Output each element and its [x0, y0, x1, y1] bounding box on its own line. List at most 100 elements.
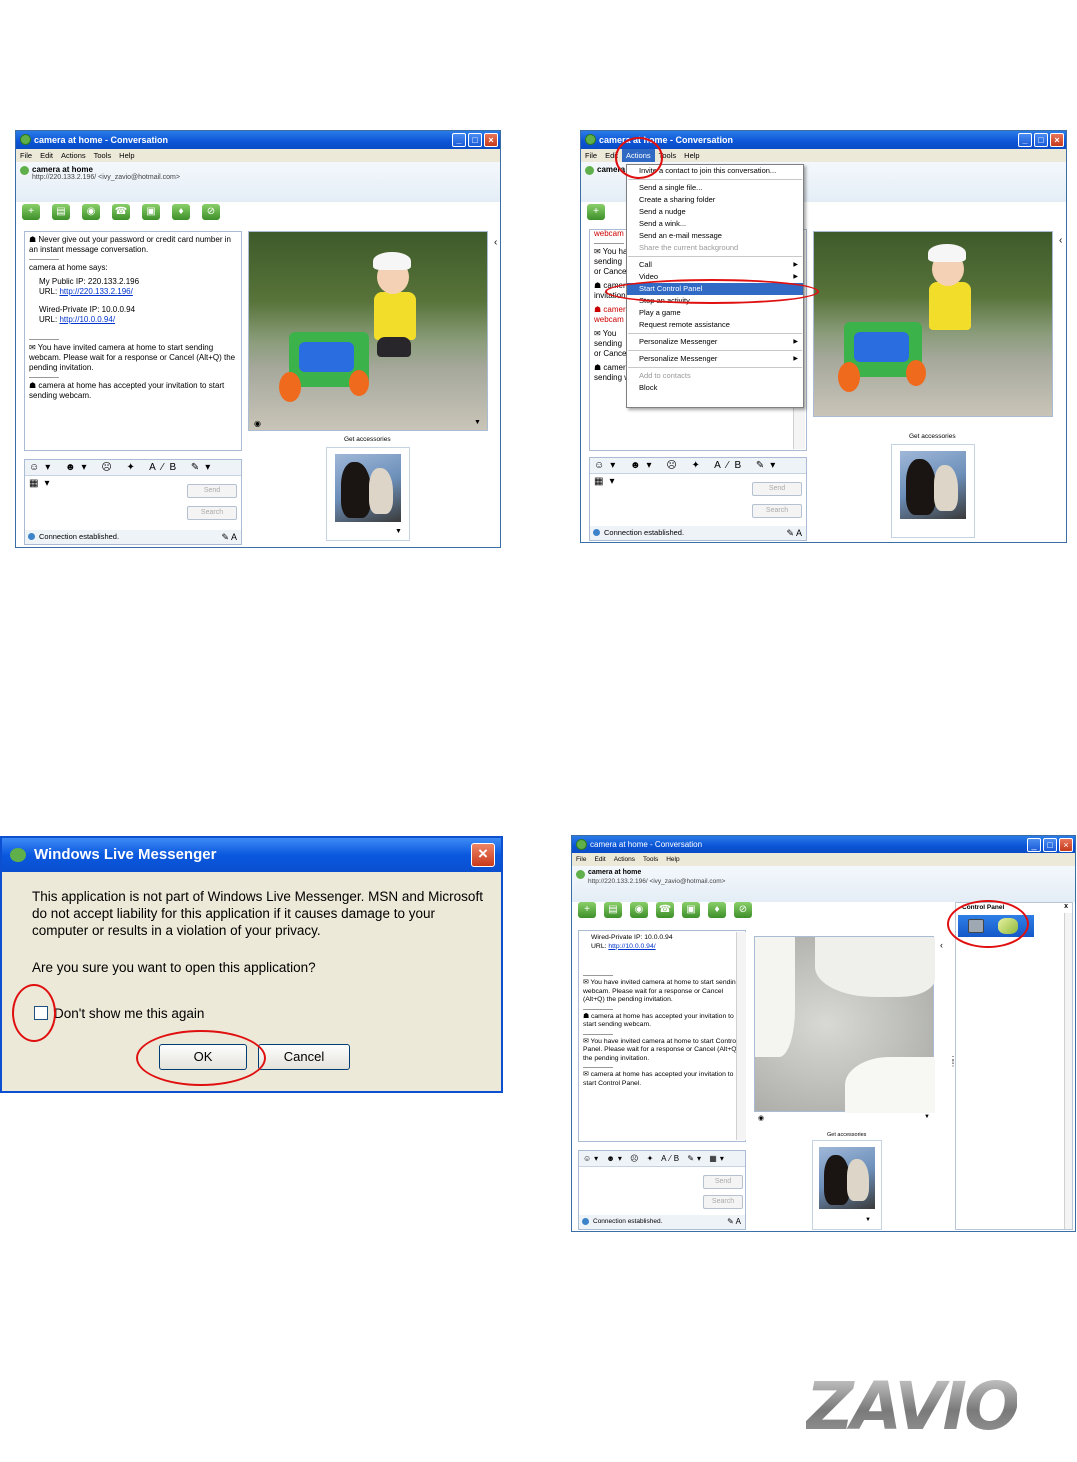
close-button[interactable]: ×: [1059, 838, 1073, 852]
cancel-button[interactable]: Cancel: [258, 1044, 350, 1070]
menu-item-personalize-messenger[interactable]: Personalize Messenger ▶: [627, 353, 803, 365]
games-icon[interactable]: ♦: [172, 204, 190, 220]
dont-show-label: Don't show me this again: [54, 1006, 205, 1021]
accessories-box: ▼: [812, 1140, 882, 1230]
webcam-options-icon[interactable]: ◉: [758, 1114, 764, 1122]
menu-file[interactable]: File: [572, 853, 590, 866]
collapse-arrow-icon[interactable]: ‹: [1059, 235, 1062, 246]
emoticon-bar[interactable]: ☺▾ ☻▾ ☹ ✦ A⁄B ✎▾ ▦▾: [25, 460, 241, 489]
share-files-icon[interactable]: ▤: [52, 204, 70, 220]
collapse-arrow-icon[interactable]: ‹: [494, 237, 497, 248]
invite-icon[interactable]: +: [22, 204, 40, 220]
emoticon-bar[interactable]: ☺▾ ☻▾ ☹ ✦ A⁄B ✎▾ ▦▾: [590, 458, 806, 487]
status-bar: Connection established. ✎ A: [590, 526, 806, 540]
minimize-button[interactable]: _: [1018, 133, 1032, 147]
menu-separator: [628, 179, 802, 180]
control-panel-scrollbar[interactable]: [1064, 913, 1072, 1229]
search-button[interactable]: Search: [187, 506, 237, 520]
minimize-button[interactable]: _: [452, 133, 466, 147]
send-button[interactable]: Send: [703, 1175, 743, 1189]
says-line: camera at home says:: [29, 263, 108, 272]
connection-icon: [593, 529, 600, 536]
public-url-link[interactable]: http://220.133.2.196/: [59, 287, 132, 296]
private-url-link[interactable]: http://10.0.0.94/: [608, 943, 655, 950]
menu-item-create-a-sharing-folder[interactable]: Create a sharing folder: [627, 194, 803, 206]
font-icons[interactable]: ✎ A: [786, 526, 802, 540]
private-url-link[interactable]: http://10.0.0.94/: [59, 315, 115, 324]
display-picture[interactable]: [819, 1147, 875, 1209]
collapse-arrow-icon[interactable]: ‹: [940, 940, 943, 950]
webcam-video: [813, 231, 1053, 417]
private-ip-line: Wired-Private IP: 10.0.0.94 URL: http://1…: [591, 934, 673, 950]
menu-help[interactable]: Help: [680, 149, 703, 162]
call-icon[interactable]: ☎: [112, 204, 130, 220]
search-button[interactable]: Search: [703, 1195, 743, 1209]
accessories-label[interactable]: Get accessories: [827, 1132, 866, 1138]
menu-tools[interactable]: Tools: [90, 149, 116, 162]
compose-area: ☺▾ ☻▾ ☹ ✦ A⁄B ✎▾ ▦▾ Send Search Connecti…: [24, 459, 242, 545]
activities-icon[interactable]: ▣: [142, 204, 160, 220]
webcam-dropdown-icon[interactable]: ▼: [474, 419, 481, 426]
menu-item-call[interactable]: Call ▶: [627, 259, 803, 271]
games-icon[interactable]: ♦: [708, 902, 726, 918]
chat-history: ☗ Never give out your password or credit…: [24, 231, 242, 451]
display-picture[interactable]: [900, 451, 966, 519]
window-title: camera at home - Conversation: [34, 135, 169, 145]
control-panel-close[interactable]: x: [1064, 903, 1068, 910]
dialog-close-button[interactable]: ×: [471, 843, 495, 867]
close-button[interactable]: ×: [1050, 133, 1064, 147]
menu-help[interactable]: Help: [115, 149, 138, 162]
menu-bar: File Edit Actions Tools Help: [16, 149, 500, 162]
webcam-options-icon[interactable]: ◉: [254, 419, 261, 428]
menu-actions[interactable]: Actions: [610, 853, 639, 866]
font-icons[interactable]: ✎ A: [221, 530, 237, 544]
menu-item-request-remote-assistance[interactable]: Request remote assistance: [627, 319, 803, 331]
menu-item-block[interactable]: Block: [627, 382, 803, 394]
menu-file[interactable]: File: [581, 149, 601, 162]
conversation-window-3: camera at home - Conversation _ □ × File…: [571, 835, 1076, 1232]
invite-icon[interactable]: +: [587, 204, 605, 220]
menu-item-send-an-e-mail-message[interactable]: Send an e-mail message: [627, 230, 803, 242]
accessories-label[interactable]: Get accessories: [909, 433, 956, 440]
menu-tools[interactable]: Tools: [639, 853, 662, 866]
block-icon[interactable]: ⊘: [734, 902, 752, 918]
menu-item-send-a-wink[interactable]: Send a wink...: [627, 218, 803, 230]
public-ip-line: My Public IP: 220.133.2.196 URL: http://2…: [39, 277, 140, 296]
submenu-arrow-icon: ▶: [793, 262, 798, 268]
close-button[interactable]: ×: [484, 133, 498, 147]
share-files-icon[interactable]: ▤: [604, 902, 622, 918]
video-call-icon[interactable]: ◉: [82, 204, 100, 220]
maximize-button[interactable]: □: [1034, 133, 1048, 147]
maximize-button[interactable]: □: [468, 133, 482, 147]
menu-item-send-a-single-file[interactable]: Send a single file...: [627, 182, 803, 194]
messenger-logo-icon: [10, 848, 26, 862]
menu-item-send-a-nudge[interactable]: Send a nudge: [627, 206, 803, 218]
send-button[interactable]: Send: [752, 482, 802, 496]
menu-edit[interactable]: Edit: [36, 149, 57, 162]
block-icon[interactable]: ⊘: [202, 204, 220, 220]
video-call-icon[interactable]: ◉: [630, 902, 648, 918]
activities-icon[interactable]: ▣: [682, 902, 700, 918]
menu-edit[interactable]: Edit: [590, 853, 609, 866]
send-button[interactable]: Send: [187, 484, 237, 498]
display-picture[interactable]: [335, 454, 401, 522]
menu-actions[interactable]: Actions: [57, 149, 90, 162]
call-icon[interactable]: ☎: [656, 902, 674, 918]
invite-icon[interactable]: +: [578, 902, 596, 918]
font-icons[interactable]: ✎ A: [727, 1215, 741, 1229]
search-button[interactable]: Search: [752, 504, 802, 518]
menu-help[interactable]: Help: [662, 853, 683, 866]
menu-file[interactable]: File: [16, 149, 36, 162]
menu-item-personalize-messenger[interactable]: Personalize Messenger ▶: [627, 336, 803, 348]
menu-item-play-a-game[interactable]: Play a game: [627, 307, 803, 319]
webcam-dropdown-icon[interactable]: ▼: [924, 1114, 930, 1120]
menu-item-add-to-contacts: Add to contacts: [639, 371, 691, 380]
chat-scrollbar[interactable]: [736, 932, 746, 1140]
picture-dropdown-icon[interactable]: ▼: [395, 528, 402, 535]
emoticon-bar[interactable]: ☺▾ ☻▾ ☹ ✦ A⁄B ✎▾ ▦▾: [579, 1151, 745, 1167]
maximize-button[interactable]: □: [1043, 838, 1057, 852]
picture-dropdown-icon[interactable]: ▼: [865, 1217, 871, 1223]
minimize-button[interactable]: _: [1027, 838, 1041, 852]
accessories-label[interactable]: Get accessories: [344, 436, 391, 443]
accepted-cp-message: ✉ camera at home has accepted your invit…: [583, 1071, 734, 1087]
